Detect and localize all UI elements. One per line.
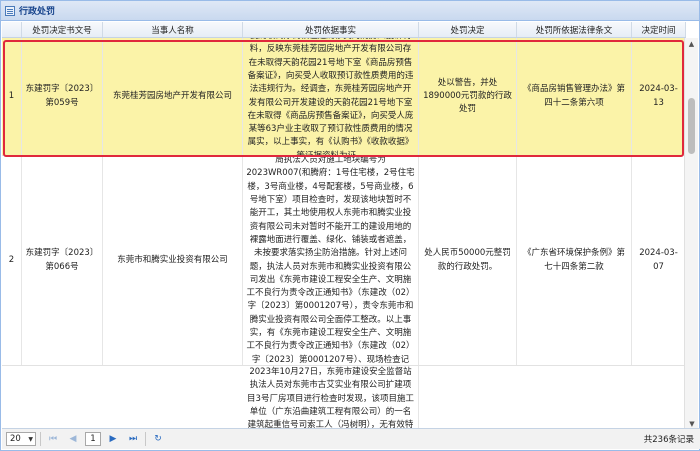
next-page-button[interactable]: ▶: [105, 432, 121, 446]
penalty-decision: 处以警告，并处1890000元罚款的行政处罚: [419, 38, 517, 155]
table-row[interactable]: 1 东建罚字〔2023〕第059号 东莞桂芳园房地产开发有限公司 我局收到厚街镇…: [2, 38, 686, 156]
prev-page-button[interactable]: ◀: [65, 432, 81, 446]
panel-header: 行政处罚: [1, 1, 699, 21]
doc-number: 东建罚字〔2023〕第059号: [22, 38, 103, 155]
party-name: 东莞市和腾实业投资有限公司: [103, 156, 243, 365]
column-header-law[interactable]: 处罚所依据法律条文: [517, 22, 632, 37]
doc-number: 东建罚字〔2023〕第066号: [22, 156, 103, 365]
legal-basis: 《商品房销售管理办法》第四十二条第六项: [517, 38, 632, 155]
row-index: 2: [2, 156, 22, 365]
column-header-date[interactable]: 决定时间: [632, 22, 686, 37]
penalty-decision: 处人民币50000元整罚款的行政处罚。: [419, 156, 517, 365]
last-page-button[interactable]: ⏭: [125, 432, 141, 446]
penalty-facts: 2023年10月27日，东莞市建设安全监督站执法人员对东莞市古艾实业有限公司扩建…: [243, 366, 419, 430]
pager-separator: [145, 432, 146, 446]
column-header-doc-no[interactable]: 处罚决定书文号: [22, 22, 103, 37]
penalty-facts: 2023年11月21日，东莞市住房和城乡建设局执法人员对施工地块编号为2023W…: [243, 156, 419, 365]
party-name: 东莞桂芳园房地产开发有限公司: [103, 38, 243, 155]
page-size-select[interactable]: 20 ▼: [6, 432, 36, 446]
chevron-down-icon: ▼: [28, 435, 33, 443]
page-number-input[interactable]: 1: [85, 432, 101, 446]
column-header-index[interactable]: [2, 22, 22, 37]
vertical-scrollbar[interactable]: ▲ ▼: [684, 38, 698, 430]
panel-title: 行政处罚: [19, 7, 56, 17]
table-row[interactable]: 2 东建罚字〔2023〕第066号 东莞市和腾实业投资有限公司 2023年11月…: [2, 156, 686, 366]
row-index: 1: [2, 38, 22, 155]
total-records: 共236条记录: [643, 435, 694, 445]
table-icon: [5, 5, 15, 16]
table-row[interactable]: 2023年10月27日，东莞市建设安全监督站执法人员对东莞市古艾实业有限公司扩建…: [2, 366, 686, 430]
legal-basis: 《广东省环境保护条例》第七十四条第二款: [517, 156, 632, 365]
decision-date: 2024-03-13: [632, 38, 686, 155]
page-size-value: 20: [10, 434, 21, 444]
grid-body: 1 东建罚字〔2023〕第059号 东莞桂芳园房地产开发有限公司 我局收到厚街镇…: [2, 38, 686, 430]
decision-date: 2024-03-07: [632, 156, 686, 365]
pager-separator: [40, 432, 41, 446]
column-header-party[interactable]: 当事人名称: [103, 22, 243, 37]
scrollbar-thumb[interactable]: [688, 98, 695, 154]
column-header-decision[interactable]: 处罚决定: [419, 22, 517, 37]
penalty-panel: 行政处罚 处罚决定书文号 当事人名称 处罚依据事实 处罚决定 处罚所依据法律条文…: [0, 0, 700, 451]
column-header-facts[interactable]: 处罚依据事实: [243, 22, 419, 37]
grid-header: 处罚决定书文号 当事人名称 处罚依据事实 处罚决定 处罚所依据法律条文 决定时间: [2, 22, 686, 38]
refresh-icon[interactable]: ↻: [150, 432, 166, 446]
first-page-button[interactable]: ⏮: [45, 432, 61, 446]
penalty-facts: 我局收到厚街镇住建局移交的购房人投诉材料，反映东莞桂芳园房地产开发有限公司存在未…: [243, 38, 419, 155]
scroll-up-icon[interactable]: ▲: [685, 38, 698, 50]
pagination-bar: 20 ▼ ⏮ ◀ 1 ▶ ⏭ ↻ 共236条记录: [2, 428, 700, 449]
